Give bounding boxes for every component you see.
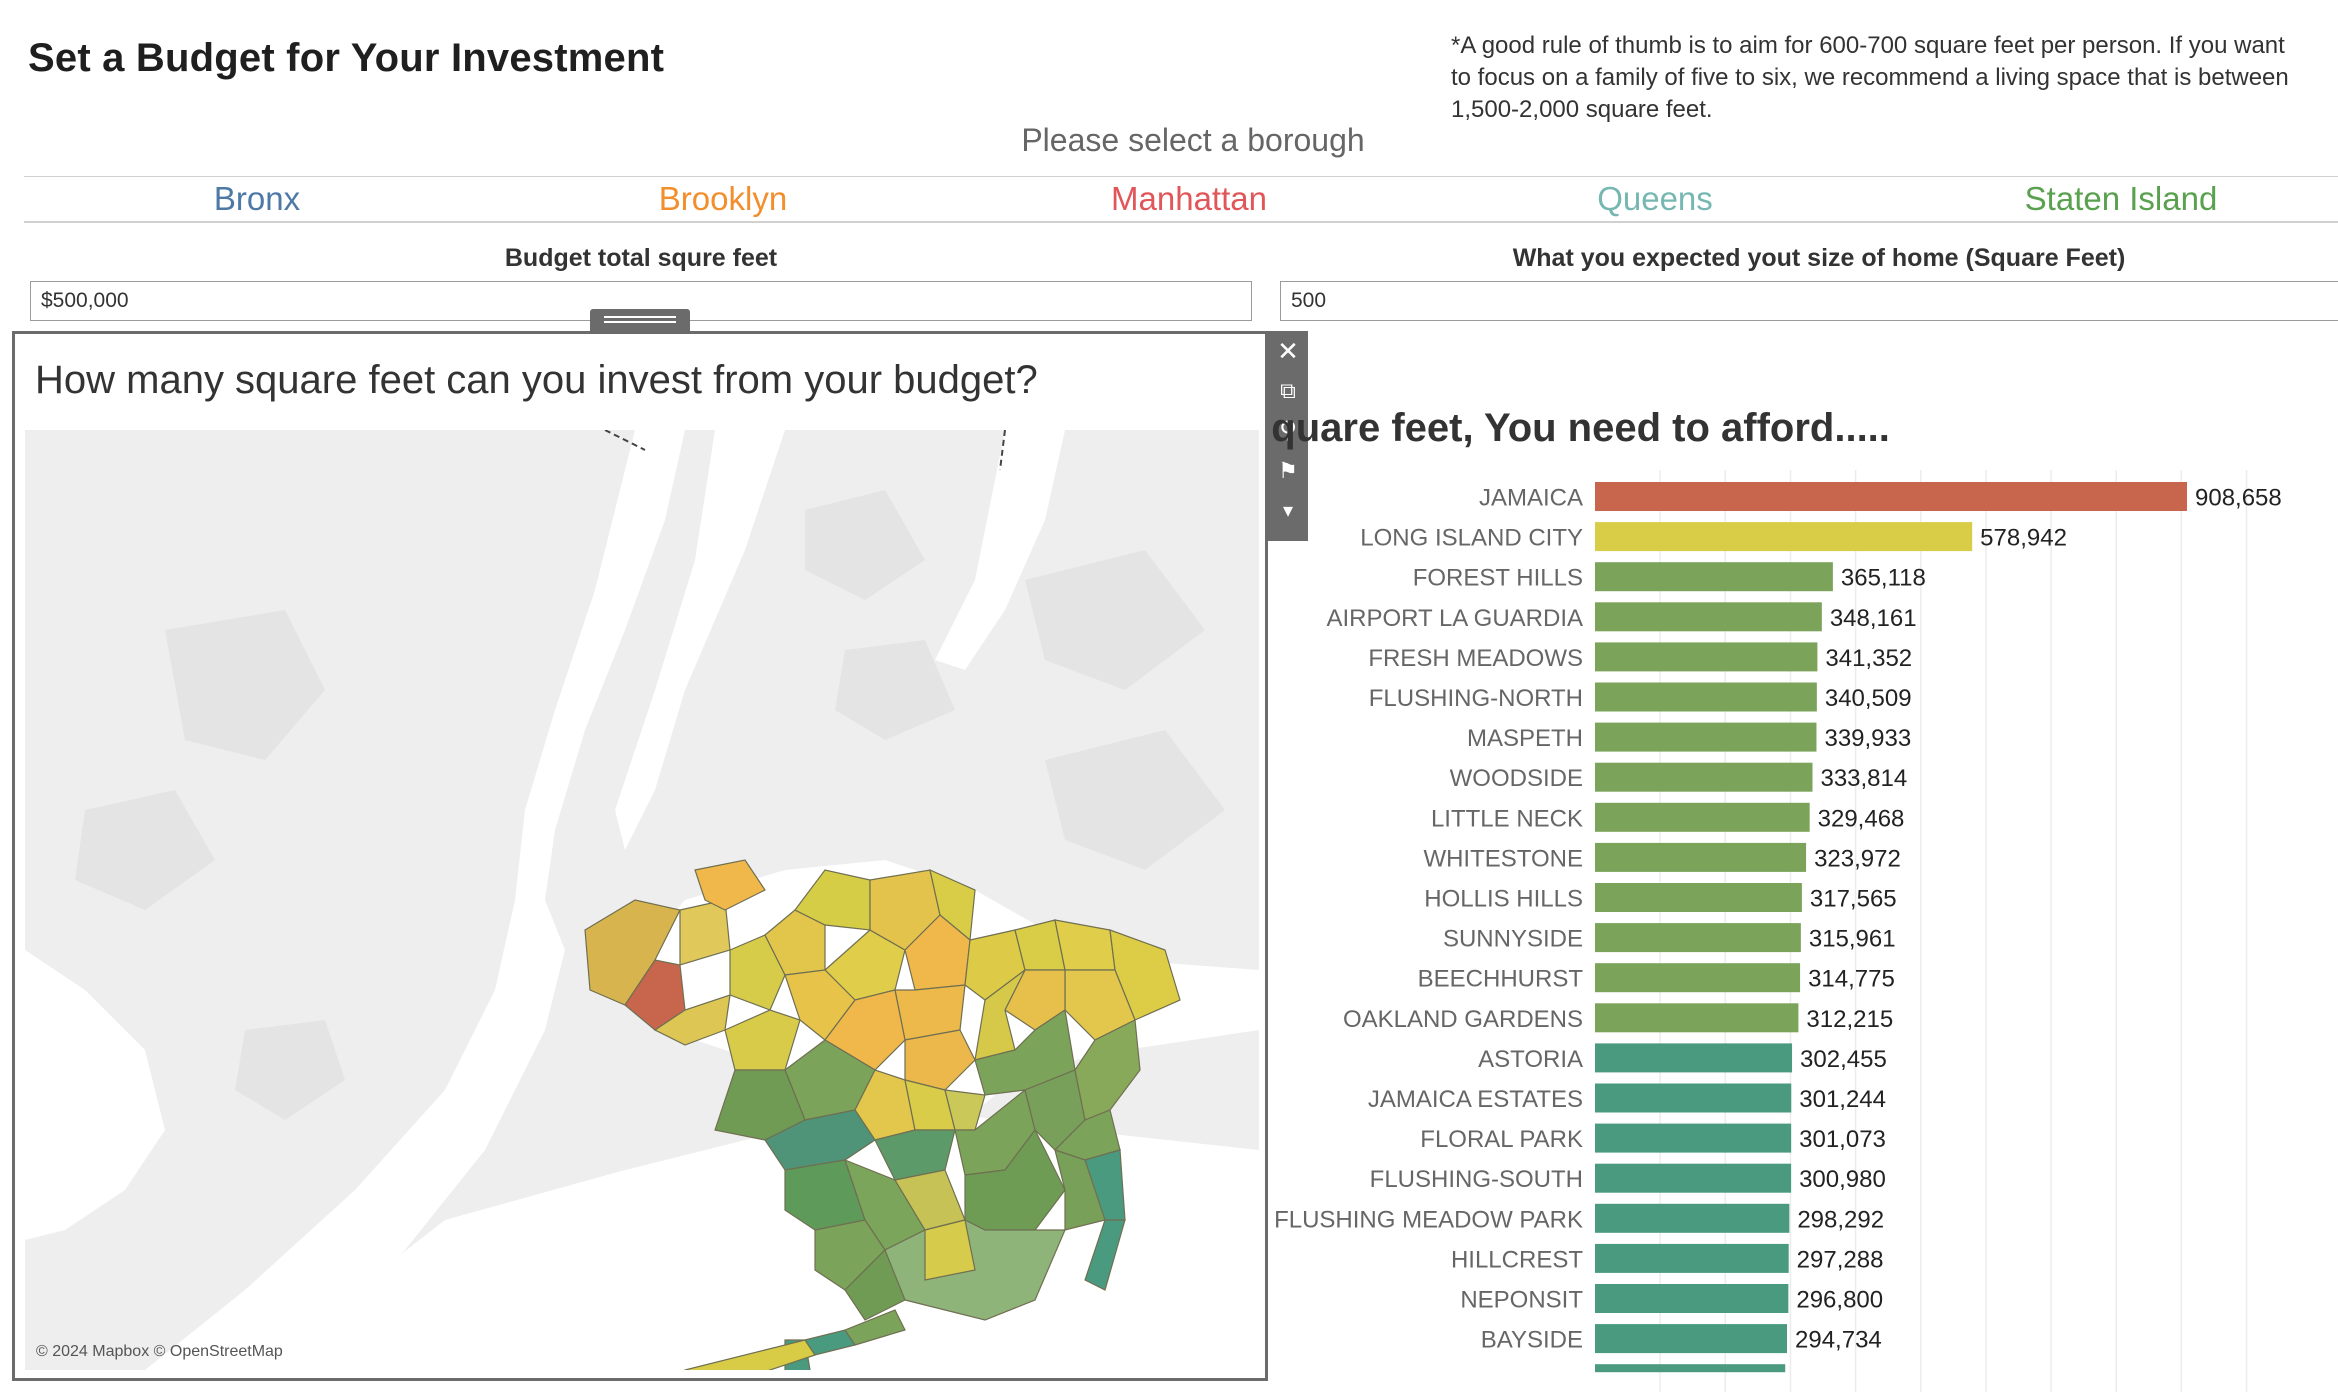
bar[interactable] bbox=[1595, 1284, 1789, 1313]
queens-map[interactable] bbox=[25, 430, 1259, 1370]
map-basemap bbox=[25, 430, 1259, 1370]
value-label: 323,972 bbox=[1814, 845, 1901, 872]
value-label: 341,352 bbox=[1825, 645, 1912, 672]
borough-queens[interactable]: Queens bbox=[1422, 177, 1888, 221]
value-label: 296,800 bbox=[1796, 1287, 1883, 1314]
value-label: 294,734 bbox=[1795, 1327, 1882, 1354]
borough-brooklyn[interactable]: Brooklyn bbox=[490, 177, 956, 221]
bar[interactable] bbox=[1595, 1203, 1790, 1233]
bar[interactable] bbox=[1595, 842, 1807, 872]
home-size-input[interactable] bbox=[1280, 281, 2338, 321]
bar[interactable] bbox=[1595, 1043, 1793, 1073]
borough-bronx[interactable]: Bronx bbox=[24, 177, 490, 221]
category-label: FLUSHING MEADOW PARK bbox=[1274, 1206, 1583, 1233]
bar[interactable] bbox=[1595, 522, 1973, 552]
category-label: NEPONSIT bbox=[1460, 1287, 1583, 1314]
value-label: 300,980 bbox=[1799, 1166, 1886, 1193]
value-label: 578,942 bbox=[1980, 525, 2067, 552]
value-label: 339,933 bbox=[1824, 725, 1911, 752]
category-label: ASTORIA bbox=[1478, 1046, 1583, 1073]
category-label: JAMAICA ESTATES bbox=[1368, 1086, 1583, 1113]
map-panel: How many square feet can you invest from… bbox=[12, 331, 1268, 1381]
value-label: 908,658 bbox=[2195, 485, 2282, 512]
bar[interactable] bbox=[1595, 602, 1822, 632]
value-label: 312,215 bbox=[1806, 1006, 1893, 1033]
value-label: 348,161 bbox=[1830, 605, 1917, 632]
close-icon[interactable]: ✕ bbox=[1268, 331, 1308, 371]
category-label: MASPETH bbox=[1467, 725, 1583, 752]
value-label: 365,118 bbox=[1841, 565, 1926, 592]
home-size-label: What you expected yout size of home (Squ… bbox=[1512, 244, 2126, 272]
value-label: 340,509 bbox=[1825, 685, 1912, 712]
category-label: FLORAL PARK bbox=[1420, 1126, 1583, 1153]
map-attribution: © 2024 Mapbox © OpenStreetMap bbox=[36, 1343, 283, 1360]
category-label: HILLCREST bbox=[1451, 1246, 1583, 1273]
borough-manhattan[interactable]: Manhattan bbox=[956, 177, 1422, 221]
value-label: 317,565 bbox=[1810, 886, 1897, 913]
value-label: 301,244 bbox=[1799, 1086, 1886, 1113]
category-label: BAYSIDE bbox=[1481, 1327, 1583, 1354]
category-label: LONG ISLAND CITY bbox=[1360, 525, 1583, 552]
borough-prompt: Please select a borough bbox=[1021, 122, 1365, 158]
category-label: WHITESTONE bbox=[1423, 845, 1583, 872]
neighborhood-price-chart: JAMAICA 908,658 LONG ISLAND CITY 578,942 FOR… bbox=[1274, 470, 2282, 1392]
bar[interactable] bbox=[1595, 762, 1813, 792]
category-label: WOODSIDE bbox=[1450, 765, 1583, 792]
value-label: 302,455 bbox=[1800, 1046, 1887, 1073]
page-title: Set a Budget for Your Investment bbox=[28, 36, 665, 80]
value-label: 301,073 bbox=[1799, 1126, 1886, 1153]
category-label: SUNNYSIDE bbox=[1443, 926, 1583, 953]
borough-selector: Bronx Brooklyn Manhattan Queens Staten I… bbox=[24, 176, 2338, 223]
bar[interactable] bbox=[1595, 1324, 1788, 1354]
category-label: HOLLIS HILLS bbox=[1424, 886, 1583, 913]
value-label: 333,814 bbox=[1820, 765, 1907, 792]
bar[interactable] bbox=[1595, 923, 1801, 953]
bar[interactable] bbox=[1595, 1163, 1792, 1193]
bar[interactable] bbox=[1595, 1003, 1799, 1033]
bar[interactable] bbox=[1595, 963, 1801, 993]
bar-partial bbox=[1595, 1364, 1786, 1373]
panel-drag-handle[interactable] bbox=[590, 309, 690, 331]
bar[interactable] bbox=[1595, 682, 1817, 712]
category-label: FLUSHING-SOUTH bbox=[1370, 1166, 1583, 1193]
category-label: FOREST HILLS bbox=[1413, 565, 1583, 592]
category-label: OAKLAND GARDENS bbox=[1343, 1006, 1583, 1033]
category-label: FRESH MEADOWS bbox=[1368, 645, 1583, 672]
bar[interactable] bbox=[1595, 562, 1833, 592]
category-label: FLUSHING-NORTH bbox=[1369, 685, 1583, 712]
category-label: LITTLE NECK bbox=[1431, 805, 1583, 832]
bar[interactable] bbox=[1595, 722, 1817, 752]
value-label: 329,468 bbox=[1818, 805, 1905, 832]
rule-of-thumb-note: *A good rule of thumb is to aim for 600-… bbox=[1451, 32, 2289, 123]
category-label: BEECHHURST bbox=[1418, 966, 1584, 993]
bar[interactable] bbox=[1595, 1243, 1789, 1273]
popout-icon[interactable]: ⧉ bbox=[1268, 371, 1308, 411]
budget-label: Budget total squre feet bbox=[504, 244, 778, 272]
map-title: How many square feet can you invest from… bbox=[35, 358, 1038, 402]
bar[interactable] bbox=[1595, 642, 1818, 672]
bar[interactable] bbox=[1595, 1083, 1792, 1113]
value-label: 315,961 bbox=[1809, 926, 1896, 953]
borough-staten-island[interactable]: Staten Island bbox=[1888, 177, 2338, 221]
category-label: AIRPORT LA GUARDIA bbox=[1326, 605, 1583, 632]
bar[interactable] bbox=[1595, 883, 1802, 912]
category-label: JAMAICA bbox=[1479, 485, 1583, 512]
bar[interactable] bbox=[1595, 1123, 1792, 1153]
value-label: 297,288 bbox=[1797, 1246, 1884, 1273]
chart-title: For every 500 square feet, You need to a… bbox=[1270, 406, 1890, 450]
value-label: 298,292 bbox=[1797, 1206, 1884, 1233]
bar[interactable] bbox=[1595, 802, 1810, 832]
value-label: 314,775 bbox=[1808, 966, 1895, 993]
bar[interactable] bbox=[1595, 482, 2187, 511]
